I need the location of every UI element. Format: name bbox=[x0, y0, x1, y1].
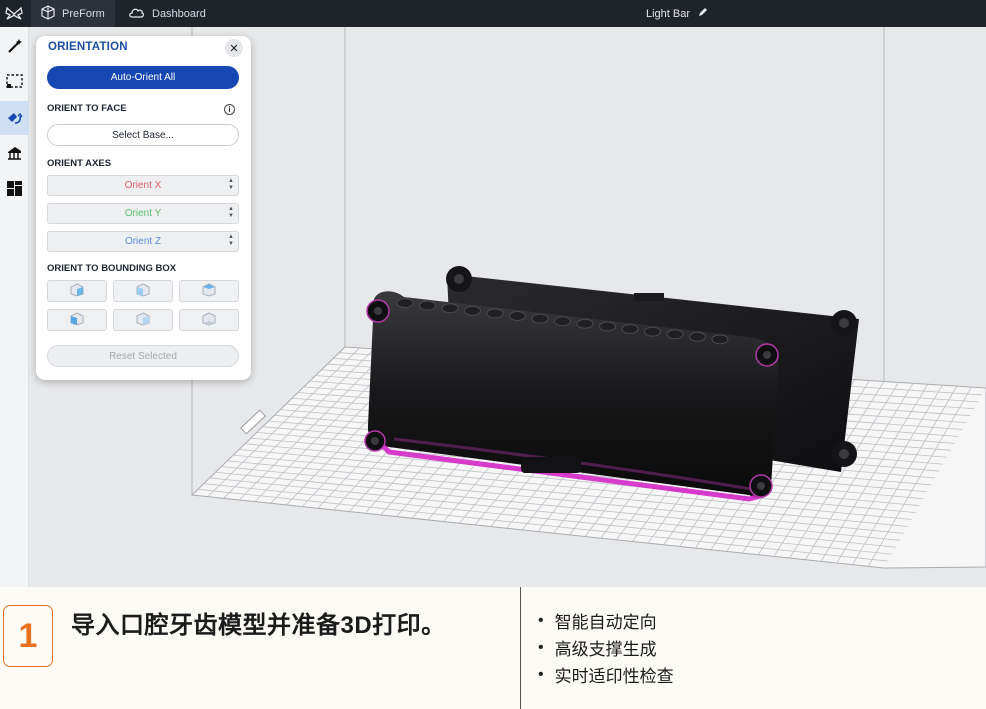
auto-orient-all-button[interactable]: Auto-Orient All bbox=[47, 66, 239, 89]
cube-face-opposite-icon bbox=[135, 312, 151, 329]
job-title[interactable]: Light Bar bbox=[646, 0, 708, 27]
caption-title: 导入口腔牙齿模型并准备3D打印。 bbox=[71, 612, 446, 639]
orient-x-field[interactable]: Orient X ▲ ▼ bbox=[47, 175, 239, 196]
panel-title: ORIENTATION bbox=[48, 41, 128, 53]
bbox-bottom-button[interactable] bbox=[179, 309, 239, 331]
cube-face-top-icon bbox=[201, 283, 217, 300]
orient-x-label: Orient X bbox=[124, 180, 162, 191]
selection-box-icon[interactable] bbox=[0, 64, 29, 98]
tab-preform-label: PreForm bbox=[62, 7, 105, 20]
bbox-top-button[interactable] bbox=[179, 280, 239, 302]
magic-wand-icon[interactable] bbox=[0, 29, 29, 63]
orient-z-label: Orient Z bbox=[124, 236, 162, 247]
step-number-badge: 1 bbox=[3, 605, 53, 667]
close-button[interactable]: ✕ bbox=[225, 39, 243, 57]
tab-preform[interactable]: PreForm bbox=[31, 0, 115, 27]
bbox-front-button[interactable] bbox=[47, 280, 107, 302]
cube-face-front-icon bbox=[69, 283, 85, 300]
tab-dashboard-label: Dashboard bbox=[152, 7, 206, 20]
left-toolbar bbox=[0, 27, 29, 587]
orient-x-stepper-icon[interactable]: ▲ ▼ bbox=[228, 178, 234, 192]
cloud-icon bbox=[128, 6, 145, 21]
orient-axes-label: ORIENT AXES bbox=[47, 158, 112, 169]
caption-area: 1 导入口腔牙齿模型并准备3D打印。 智能自动定向 高级支撑生成 实时适印性检查 bbox=[0, 587, 986, 709]
orient-to-face-label: ORIENT TO FACE bbox=[47, 103, 127, 114]
orient-z-field[interactable]: Orient Z ▲ ▼ bbox=[47, 231, 239, 252]
feature-item: 智能自动定向 bbox=[538, 607, 674, 634]
info-icon[interactable]: i bbox=[224, 104, 235, 115]
tab-dashboard[interactable]: Dashboard bbox=[118, 0, 218, 27]
cube-icon bbox=[41, 4, 55, 23]
bbox-back-button[interactable] bbox=[47, 309, 107, 331]
feature-item: 实时适印性检查 bbox=[538, 661, 674, 688]
orientation-panel: ORIENTATION ✕ Auto-Orient All ORIENT TO … bbox=[36, 36, 251, 380]
top-bar: PreForm Dashboard Light Bar bbox=[0, 0, 986, 27]
orient-y-label: Orient Y bbox=[124, 208, 162, 219]
select-base-button[interactable]: Select Base... bbox=[47, 124, 239, 146]
orient-to-bounding-box-label: ORIENT TO BOUNDING BOX bbox=[47, 263, 177, 274]
bbox-side-button[interactable] bbox=[113, 280, 173, 302]
orient-y-stepper-icon[interactable]: ▲ ▼ bbox=[228, 206, 234, 220]
orient-z-stepper-icon[interactable]: ▲ ▼ bbox=[228, 234, 234, 248]
cube-face-side-icon bbox=[135, 283, 151, 300]
cube-face-back-icon bbox=[69, 312, 85, 329]
feature-list: 智能自动定向 高级支撑生成 实时适印性检查 bbox=[538, 607, 674, 688]
supports-icon[interactable] bbox=[0, 136, 29, 170]
job-title-label: Light Bar bbox=[646, 7, 691, 20]
feature-item: 高级支撑生成 bbox=[538, 634, 674, 661]
butterfly-logo-icon[interactable] bbox=[0, 0, 27, 27]
cube-face-bottom-icon bbox=[201, 312, 217, 329]
bbox-opposite-side-button[interactable] bbox=[113, 309, 173, 331]
caption-divider bbox=[520, 587, 521, 709]
layout-icon[interactable] bbox=[0, 171, 29, 205]
app-root: PreForm Dashboard Light Bar ORIENTATION … bbox=[0, 0, 986, 709]
orient-y-field[interactable]: Orient Y ▲ ▼ bbox=[47, 203, 239, 224]
reset-selected-button[interactable]: Reset Selected bbox=[47, 345, 239, 367]
orientation-icon[interactable] bbox=[0, 101, 29, 135]
pencil-icon[interactable] bbox=[698, 7, 708, 20]
